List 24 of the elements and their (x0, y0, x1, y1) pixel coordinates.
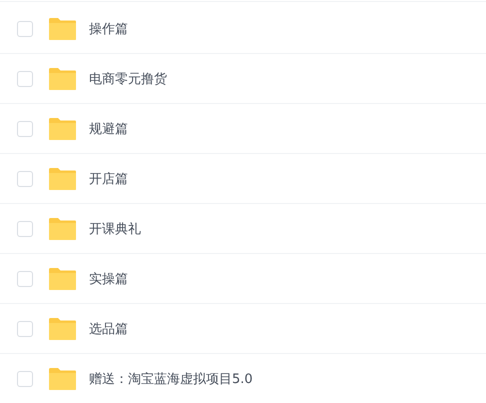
folder-name[interactable]: 赠送：淘宝蓝海虚拟项目5.0 (89, 370, 253, 388)
folder-icon (48, 216, 77, 240)
folder-name[interactable]: 操作篇 (89, 20, 128, 38)
checkbox[interactable] (17, 70, 33, 86)
folder-name[interactable]: 开店篇 (89, 170, 128, 188)
checkbox[interactable] (17, 170, 33, 186)
folder-name[interactable]: 实操篇 (89, 270, 128, 288)
checkbox[interactable] (17, 220, 33, 236)
checkbox[interactable] (17, 320, 33, 336)
folder-icon (48, 116, 77, 140)
folder-icon (48, 366, 77, 390)
checkbox[interactable] (17, 270, 33, 286)
folder-icon (48, 316, 77, 340)
checkbox[interactable] (17, 120, 33, 136)
checkbox[interactable] (17, 370, 33, 386)
checkbox[interactable] (17, 20, 33, 36)
folder-icon (48, 266, 77, 290)
folder-name[interactable]: 规避篇 (89, 120, 128, 138)
folder-name[interactable]: 电商零元撸货 (89, 70, 167, 88)
folder-name[interactable]: 开课典礼 (89, 220, 141, 238)
folder-icon (48, 66, 77, 90)
folder-icon (48, 166, 77, 190)
folder-name[interactable]: 选品篇 (89, 320, 128, 338)
folder-icon (48, 16, 77, 40)
